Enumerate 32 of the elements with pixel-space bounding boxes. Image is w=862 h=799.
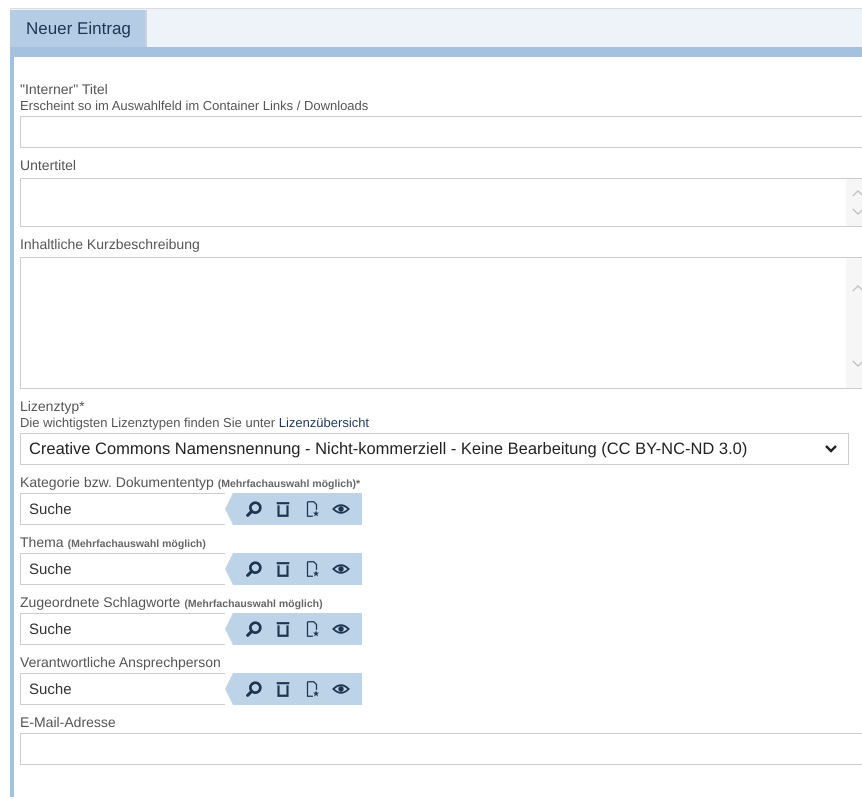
search-icon[interactable] <box>245 620 263 638</box>
field-label: Zugeordnete Schlagworte <box>20 594 180 611</box>
field-label: Inhaltliche Kurzbeschreibung <box>20 236 200 253</box>
search-field[interactable]: Suche <box>20 613 225 645</box>
field-label: E-Mail-Adresse <box>20 714 116 731</box>
tab[interactable]: Neuer Eintrag <box>10 10 147 47</box>
search-icon[interactable] <box>245 560 263 578</box>
search-icon[interactable] <box>245 500 263 518</box>
input-field[interactable] <box>20 733 862 765</box>
trash-icon[interactable] <box>274 560 292 578</box>
field-label: Lizenztyp* <box>20 398 85 415</box>
license-select[interactable]: Creative Commons Namensnennung - Nicht-kommerziell - Keine Bearbeitung (CC BY-NC-ND 3.0) <box>20 433 849 465</box>
field-description: Die wichtigsten Lizenztypen finden Sie unter <box>20 415 276 431</box>
trash-icon[interactable] <box>274 680 292 698</box>
field-label: "Interner" Titel <box>20 81 108 98</box>
search-field[interactable]: Suche <box>20 493 225 525</box>
field-note: (Mehrfachauswahl möglich)* <box>218 478 360 490</box>
caret-icon <box>824 444 838 454</box>
license-link[interactable]: Lizenzübersicht <box>278 415 370 430</box>
field-note: (Mehrfachauswahl möglich) <box>68 538 206 550</box>
field-label: Thema <box>20 534 64 551</box>
search-field[interactable]: Suche <box>20 673 225 705</box>
trash-icon[interactable] <box>274 620 292 638</box>
search-field[interactable]: Suche <box>20 553 225 585</box>
field-label: Untertitel <box>20 157 76 174</box>
field-description: Erscheint so im Auswahlfeld im Container Links / Downloads <box>20 98 368 114</box>
trash-icon[interactable] <box>274 500 292 518</box>
field-note: (Mehrfachauswahl möglich) <box>184 598 323 610</box>
input-field[interactable] <box>20 116 862 148</box>
field-label: Verantwortliche Ansprechperson <box>20 654 221 671</box>
field-label: Kategorie bzw. Dokumententyp <box>20 474 214 491</box>
search-icon[interactable] <box>245 680 263 698</box>
